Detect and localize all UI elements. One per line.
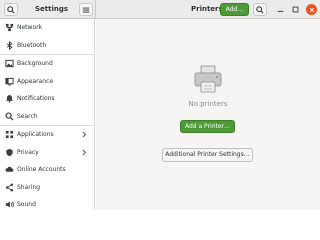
sidebar-item-label: Online Accounts — [17, 166, 66, 174]
privacy-icon — [4, 147, 14, 157]
sidebar-item-search[interactable]: Search — [0, 108, 94, 126]
search-icon — [4, 111, 14, 121]
panel-title: Printers — [191, 5, 223, 13]
sidebar-item-bluetooth[interactable]: Bluetooth — [0, 37, 94, 55]
sidebar-item-label: Applications — [17, 131, 54, 139]
menu-button[interactable] — [79, 3, 93, 16]
bell-icon — [4, 94, 14, 104]
chevron-right-icon — [82, 131, 87, 138]
sidebar-item-label: Sharing — [17, 183, 41, 191]
sidebar-item-label: Privacy — [17, 148, 39, 156]
search-button[interactable] — [4, 3, 18, 16]
add-printer-header-button[interactable]: Add… — [220, 3, 249, 16]
header-bar: Settings Printers Add… — [0, 0, 320, 19]
sidebar-item-sharing[interactable]: Sharing — [0, 179, 94, 197]
appearance-icon — [4, 76, 14, 86]
sidebar-item-privacy[interactable]: Privacy — [0, 144, 94, 162]
sidebar-item-label: Notifications — [17, 95, 55, 103]
printer-icon — [194, 65, 222, 93]
network-icon — [4, 23, 14, 33]
maximize-icon — [292, 6, 299, 13]
sidebar-item-applications[interactable]: Applications — [0, 126, 94, 144]
header-divider — [95, 0, 96, 19]
printers-panel: No printers Add a Printer… Additional Pr… — [96, 19, 320, 210]
hamburger-icon — [82, 7, 90, 13]
minimize-button[interactable] — [275, 4, 286, 15]
bluetooth-icon — [4, 40, 14, 50]
sidebar-item-sound[interactable]: Sound — [0, 196, 94, 210]
app-title: Settings — [35, 5, 69, 13]
sidebar-item-label: Sound — [17, 201, 36, 209]
empty-state-text: No printers — [188, 100, 228, 108]
sidebar-item-online-accounts[interactable]: Online Accounts — [0, 161, 94, 179]
sidebar-item-label: Appearance — [17, 77, 54, 85]
add-printer-button[interactable]: Add a Printer… — [180, 120, 235, 133]
sidebar-item-appearance[interactable]: Appearance — [0, 73, 94, 91]
sidebar-item-background[interactable]: Background — [0, 55, 94, 73]
sidebar: Network Bluetooth Background Appearance … — [0, 19, 95, 210]
share-icon — [4, 182, 14, 192]
additional-printer-settings-button[interactable]: Additional Printer Settings… — [162, 148, 253, 162]
sidebar-item-network[interactable]: Network — [0, 19, 94, 37]
sidebar-item-label: Network — [17, 24, 43, 32]
printer-search-button[interactable] — [253, 3, 267, 16]
sidebar-item-notifications[interactable]: Notifications — [0, 90, 94, 108]
cloud-icon — [4, 165, 14, 175]
background-icon — [4, 59, 14, 69]
search-icon — [256, 5, 264, 14]
sidebar-item-label: Background — [17, 60, 53, 68]
close-icon — [309, 7, 314, 12]
applications-icon — [4, 130, 14, 140]
close-button[interactable] — [306, 4, 317, 15]
maximize-button[interactable] — [290, 4, 301, 15]
speaker-icon — [4, 200, 14, 210]
chevron-right-icon — [82, 149, 87, 155]
search-icon — [7, 5, 15, 14]
minimize-icon — [277, 10, 284, 12]
sidebar-item-label: Search — [17, 112, 38, 120]
sidebar-item-label: Bluetooth — [17, 41, 47, 49]
